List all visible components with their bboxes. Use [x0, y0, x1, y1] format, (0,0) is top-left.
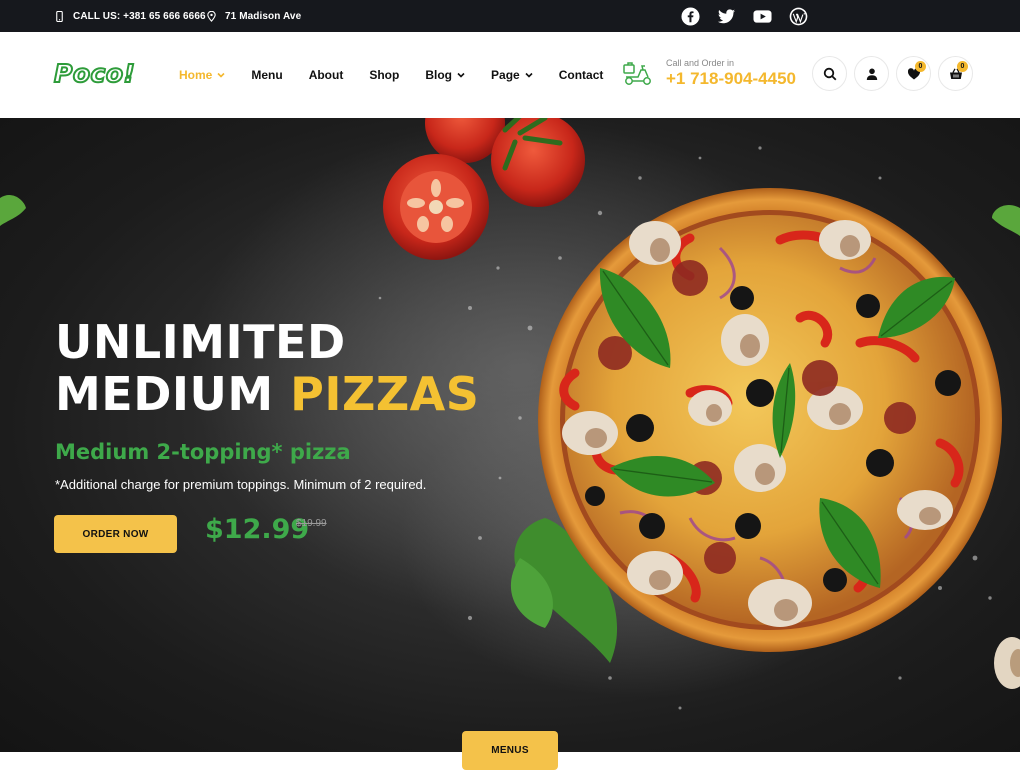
order-phone-block[interactable]: Call and Order in +1 718-904-4450 — [622, 58, 796, 89]
address-text: 71 Madison Ave — [225, 10, 302, 22]
call-text: CALL US: +381 65 666 6666 — [73, 10, 206, 22]
location-pin-icon — [207, 10, 216, 22]
menus-tab-button[interactable]: MENUS — [462, 731, 558, 770]
nav-item-shop[interactable]: Shop — [369, 68, 399, 82]
logo[interactable]: Poco! — [53, 58, 136, 89]
chevron-down-icon — [525, 72, 533, 78]
order-now-button[interactable]: ORDER NOW — [54, 515, 177, 553]
hero-headline: UNLIMITED MEDIUM PIZZAS — [55, 316, 479, 420]
wishlist-count-badge: 0 — [915, 61, 926, 72]
cart-count-badge: 0 — [957, 61, 968, 72]
order-label: Call and Order in — [666, 58, 735, 68]
user-icon — [866, 68, 877, 80]
headline-line-1: UNLIMITED — [55, 315, 346, 369]
nav-item-about[interactable]: About — [309, 68, 344, 82]
facebook-icon[interactable] — [680, 6, 700, 26]
headline-accent: PIZZAS — [290, 367, 480, 421]
social-links — [680, 0, 808, 32]
wishlist-button[interactable]: 0 — [896, 56, 931, 91]
search-button[interactable] — [812, 56, 847, 91]
nav-item-menu[interactable]: Menu — [251, 68, 282, 82]
account-button[interactable] — [854, 56, 889, 91]
delivery-scooter-icon — [623, 61, 651, 85]
chevron-down-icon — [217, 72, 225, 78]
chevron-down-icon — [457, 72, 465, 78]
twitter-icon[interactable] — [716, 6, 736, 26]
hero-note: *Additional charge for premium toppings.… — [55, 477, 427, 492]
youtube-icon[interactable] — [752, 6, 772, 26]
order-phone[interactable]: +1 718-904-4450 — [666, 69, 796, 89]
old-price: $19.99 — [296, 518, 327, 529]
current-price: $12.99 — [205, 514, 310, 545]
pizza-hero-image — [0, 118, 1020, 710]
nav-item-blog[interactable]: Blog — [425, 68, 465, 82]
nav-item-contact[interactable]: Contact — [559, 68, 604, 82]
search-icon — [823, 67, 836, 80]
hero-slider: UNLIMITED MEDIUM PIZZAS Medium 2-topping… — [0, 118, 1020, 752]
main-header: Poco! Home Menu About Shop Blog Page Con… — [0, 32, 1020, 118]
address-info[interactable]: 71 Madison Ave — [206, 0, 301, 32]
nav-item-page[interactable]: Page — [491, 68, 533, 82]
hero-subtitle: Medium 2-topping* pizza — [55, 440, 351, 464]
nav-item-home[interactable]: Home — [179, 68, 225, 82]
call-info[interactable]: CALL US: +381 65 666 6666 — [54, 0, 206, 32]
top-bar: CALL US: +381 65 666 6666 71 Madison Ave — [0, 0, 1020, 32]
headline-line-2: MEDIUM PIZZAS — [55, 367, 480, 421]
wordpress-icon[interactable] — [788, 6, 808, 26]
main-nav: Home Menu About Shop Blog Page Contact — [179, 32, 629, 118]
header-actions: 0 0 — [812, 56, 973, 91]
phone-icon — [56, 10, 63, 22]
cart-button[interactable]: 0 — [938, 56, 973, 91]
